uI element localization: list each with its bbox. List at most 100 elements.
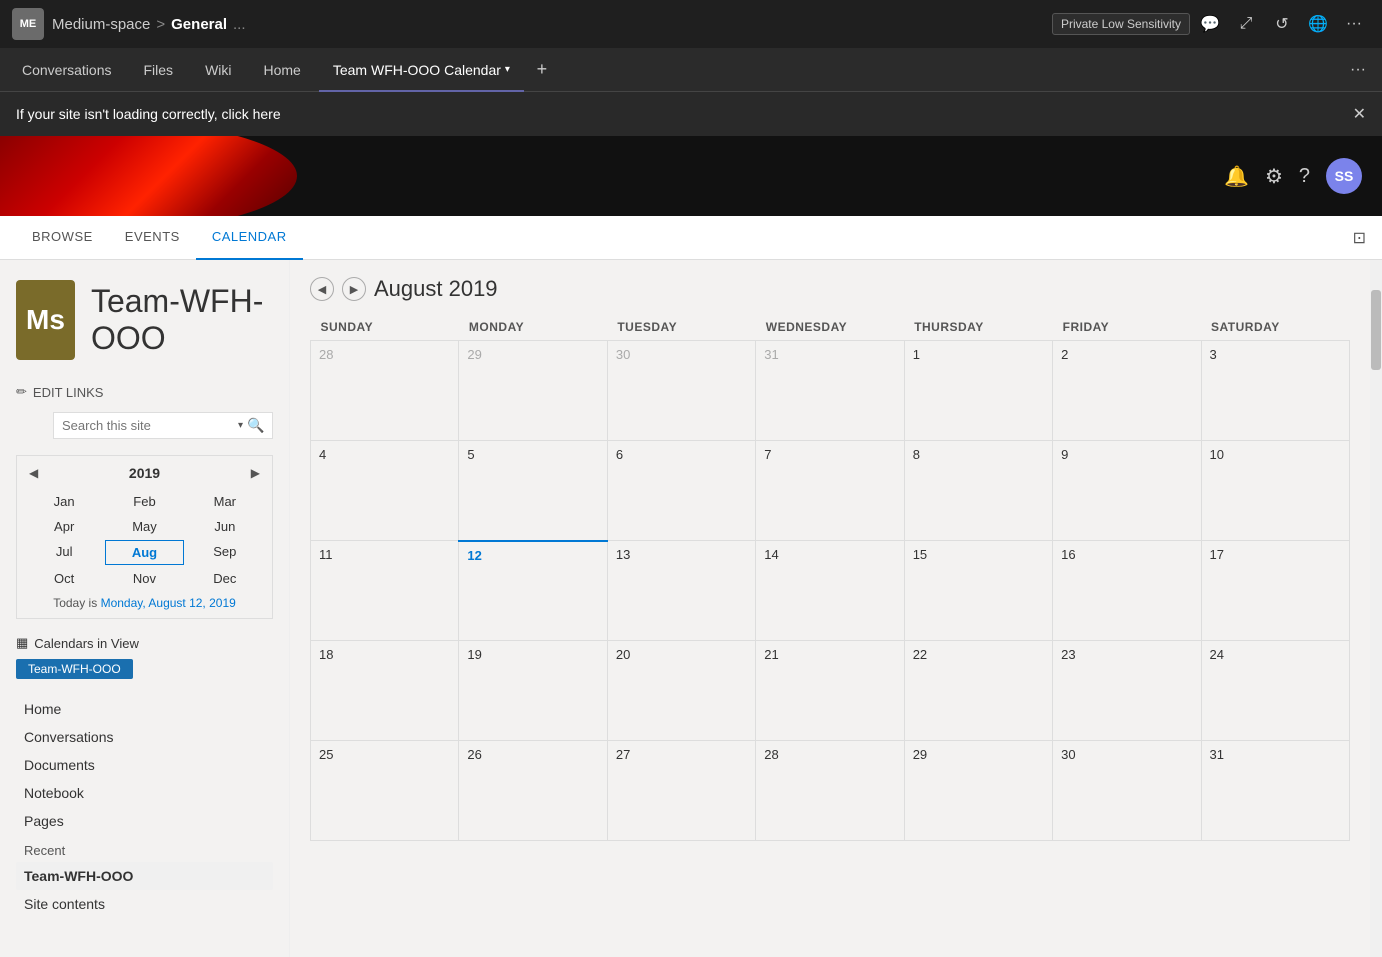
nav-pages[interactable]: Pages [16, 807, 273, 835]
tab-conversations[interactable]: Conversations [8, 48, 126, 92]
table-row[interactable]: 26 [459, 741, 607, 841]
nav-site-contents[interactable]: Site contents [16, 890, 273, 918]
table-row[interactable]: 16 [1053, 541, 1201, 641]
mini-cal-prev[interactable]: ◀ [25, 464, 42, 482]
sp-tab-events[interactable]: EVENTS [109, 216, 196, 260]
mini-cal-aug[interactable]: Aug [105, 540, 183, 565]
table-row[interactable]: 12 [459, 541, 607, 641]
table-row[interactable]: 20 [607, 641, 755, 741]
table-row[interactable]: 29 [459, 341, 607, 441]
mini-cal-sep[interactable]: Sep [186, 540, 264, 565]
table-row[interactable]: 28 [311, 341, 459, 441]
table-row[interactable]: 28 [756, 741, 904, 841]
table-row[interactable]: 31 [1201, 741, 1349, 841]
nav-documents[interactable]: Documents [16, 751, 273, 779]
mini-cal-apr[interactable]: Apr [25, 515, 103, 538]
expand-icon[interactable]: ⤢ [1230, 8, 1262, 40]
channel-ellipsis[interactable]: ... [233, 16, 246, 33]
table-row[interactable]: 15 [904, 541, 1052, 641]
table-row[interactable]: 1 [904, 341, 1052, 441]
bell-icon[interactable]: 🔔 [1224, 164, 1249, 189]
more-icon[interactable]: ··· [1338, 8, 1370, 40]
search-icon[interactable]: 🔍 [247, 417, 264, 434]
day-number: 26 [467, 747, 481, 762]
tab-calendar[interactable]: Team WFH-OOO Calendar ▾ [319, 48, 524, 92]
table-row[interactable]: 30 [1053, 741, 1201, 841]
table-row[interactable]: 2 [1053, 341, 1201, 441]
mini-cal-today-link[interactable]: Monday, August 12, 2019 [101, 596, 236, 610]
mini-cal-jul[interactable]: Jul [25, 540, 103, 565]
mini-cal-feb[interactable]: Feb [105, 490, 183, 513]
chat-icon[interactable]: 💬 [1194, 8, 1226, 40]
mini-cal-mar[interactable]: Mar [186, 490, 264, 513]
day-number: 29 [913, 747, 927, 762]
mini-cal-year: 2019 [42, 465, 247, 481]
mini-cal-may[interactable]: May [105, 515, 183, 538]
table-row[interactable]: 18 [311, 641, 459, 741]
table-row[interactable]: 24 [1201, 641, 1349, 741]
cal-header-fri: FRIDAY [1053, 314, 1201, 341]
table-row[interactable]: 6 [607, 441, 755, 541]
table-row[interactable]: 11 [311, 541, 459, 641]
channel-name[interactable]: General [171, 16, 227, 33]
calendar-badge[interactable]: Team-WFH-OOO [16, 659, 133, 679]
gear-icon[interactable]: ⚙ [1265, 164, 1283, 189]
mini-cal-dec[interactable]: Dec [186, 567, 264, 590]
table-row[interactable]: 31 [756, 341, 904, 441]
globe-icon[interactable]: 🌐 [1302, 8, 1334, 40]
add-tab-button[interactable]: + [528, 56, 556, 84]
nav-home[interactable]: Home [16, 695, 273, 723]
table-row[interactable]: 23 [1053, 641, 1201, 741]
table-row[interactable]: 8 [904, 441, 1052, 541]
table-row[interactable]: 9 [1053, 441, 1201, 541]
tab-wiki[interactable]: Wiki [191, 48, 245, 92]
refresh-icon[interactable]: ↺ [1266, 8, 1298, 40]
user-avatar[interactable]: SS [1326, 158, 1362, 194]
mini-cal-next[interactable]: ▶ [247, 464, 264, 482]
table-row[interactable]: 30 [607, 341, 755, 441]
sp-tab-browse[interactable]: BROWSE [16, 216, 109, 260]
mini-cal-jun[interactable]: Jun [186, 515, 264, 538]
search-dropdown-icon[interactable]: ▾ [238, 420, 243, 431]
nav-conversations[interactable]: Conversations [16, 723, 273, 751]
table-row[interactable]: 4 [311, 441, 459, 541]
space-name[interactable]: Medium-space [52, 16, 150, 33]
nav-team-wfh-ooo[interactable]: Team-WFH-OOO [16, 862, 273, 890]
table-row[interactable]: 29 [904, 741, 1052, 841]
mini-cal-oct[interactable]: Oct [25, 567, 103, 590]
help-icon[interactable]: ? [1299, 165, 1310, 188]
sp-tab-calendar[interactable]: CALENDAR [196, 216, 303, 260]
calendar-grid: SUNDAY MONDAY TUESDAY WEDNESDAY THURSDAY… [310, 314, 1350, 841]
day-number: 21 [764, 647, 778, 662]
tab-bar-icon[interactable]: ··· [1342, 54, 1374, 86]
cal-next-button[interactable]: ▶ [342, 277, 366, 301]
cal-header-sun: SUNDAY [311, 314, 459, 341]
table-row[interactable]: 17 [1201, 541, 1349, 641]
scrollbar[interactable] [1370, 260, 1382, 957]
edit-links-button[interactable]: ✏ EDIT LINKS [16, 384, 273, 400]
table-row[interactable]: 5 [459, 441, 607, 541]
cal-prev-button[interactable]: ◀ [310, 277, 334, 301]
table-row[interactable]: 14 [756, 541, 904, 641]
table-row[interactable]: 25 [311, 741, 459, 841]
search-input[interactable] [62, 418, 238, 433]
tab-home[interactable]: Home [250, 48, 315, 92]
table-row[interactable]: 19 [459, 641, 607, 741]
table-row[interactable]: 22 [904, 641, 1052, 741]
scrollbar-thumb[interactable] [1371, 290, 1381, 370]
nav-notebook[interactable]: Notebook [16, 779, 273, 807]
notification-message[interactable]: If your site isn't loading correctly, cl… [16, 106, 281, 122]
day-number: 4 [319, 447, 326, 462]
table-row[interactable]: 27 [607, 741, 755, 841]
search-bar[interactable]: ▾ 🔍 [53, 412, 273, 439]
expand-view-icon[interactable]: ⊡ [1353, 228, 1366, 248]
table-row[interactable]: 7 [756, 441, 904, 541]
tab-files[interactable]: Files [130, 48, 188, 92]
table-row[interactable]: 3 [1201, 341, 1349, 441]
notification-close[interactable]: ✕ [1353, 104, 1366, 124]
table-row[interactable]: 13 [607, 541, 755, 641]
table-row[interactable]: 10 [1201, 441, 1349, 541]
table-row[interactable]: 21 [756, 641, 904, 741]
mini-cal-nov[interactable]: Nov [105, 567, 183, 590]
mini-cal-jan[interactable]: Jan [25, 490, 103, 513]
